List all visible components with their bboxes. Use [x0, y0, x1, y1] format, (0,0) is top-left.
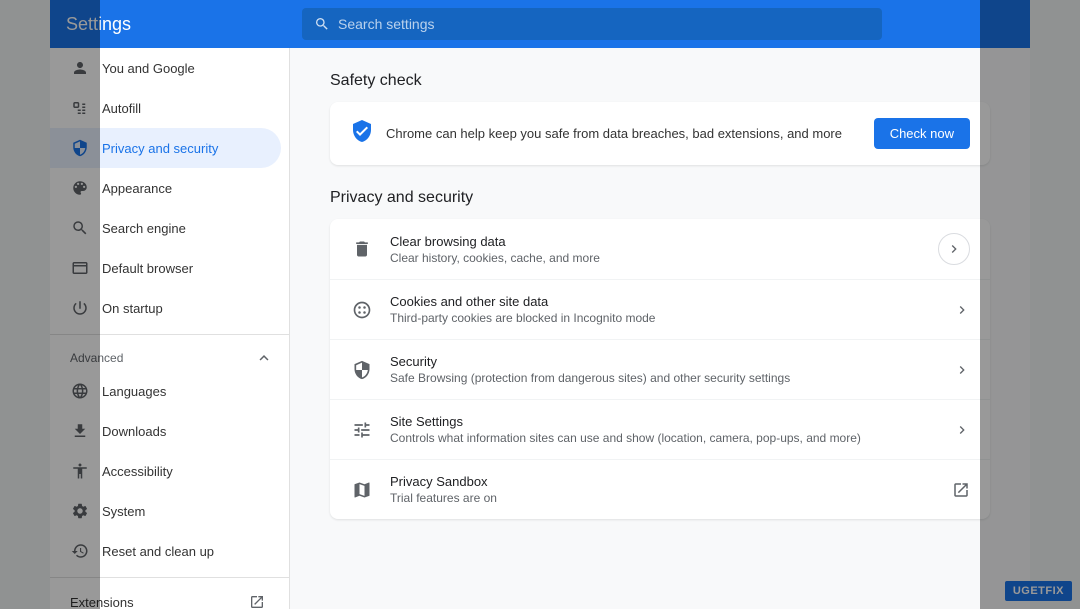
sidebar-item-you-and-google[interactable]: You and Google — [50, 48, 281, 88]
extensions-label: Extensions — [70, 595, 134, 609]
safety-check-description: Chrome can help keep you safe from data … — [386, 126, 862, 141]
sidebar-item-autofill[interactable]: Autofill — [50, 88, 281, 128]
privacy-sandbox-external-icon — [952, 481, 970, 499]
safety-check-title: Safety check — [330, 72, 990, 90]
sidebar-item-privacy-and-security[interactable]: Privacy and security — [50, 128, 281, 168]
sidebar-item-on-startup[interactable]: On startup — [50, 288, 281, 328]
search-bar[interactable] — [302, 8, 882, 40]
sidebar-item-system[interactable]: System — [50, 491, 281, 531]
settings-title: Settings — [66, 14, 286, 35]
clear-browsing-data-text: Clear browsing data Clear history, cooki… — [390, 234, 922, 265]
cookies-title: Cookies and other site data — [390, 294, 938, 309]
trash-icon — [350, 237, 374, 261]
settings-header: Settings — [50, 0, 1030, 48]
cookies-icon — [350, 298, 374, 322]
site-settings-icon — [350, 418, 374, 442]
sidebar-item-downloads[interactable]: Downloads — [50, 411, 281, 451]
sidebar-label-languages: Languages — [102, 384, 166, 399]
sidebar-label-accessibility: Accessibility — [102, 464, 173, 479]
privacy-sandbox-subtitle: Trial features are on — [390, 491, 936, 505]
system-icon — [70, 501, 90, 521]
privacy-item-security[interactable]: Security Safe Browsing (protection from … — [330, 340, 990, 400]
shield-icon — [70, 138, 90, 158]
privacy-list: Clear browsing data Clear history, cooki… — [330, 219, 990, 519]
privacy-item-privacy-sandbox[interactable]: Privacy Sandbox Trial features are on — [330, 460, 990, 519]
sidebar-label-on-startup: On startup — [102, 301, 163, 316]
power-icon — [70, 298, 90, 318]
sidebar-item-default-browser[interactable]: Default browser — [50, 248, 281, 288]
privacy-sandbox-icon — [350, 478, 374, 502]
sidebar-label-reset-and-clean-up: Reset and clean up — [102, 544, 214, 559]
palette-icon — [70, 178, 90, 198]
person-icon — [70, 58, 90, 78]
check-now-button[interactable]: Check now — [874, 118, 970, 149]
arrow-circle-icon — [938, 233, 970, 265]
site-settings-text: Site Settings Controls what information … — [390, 414, 938, 445]
cookies-arrow — [954, 302, 970, 318]
sidebar-item-extensions[interactable]: Extensions — [50, 584, 281, 609]
sidebar-label-default-browser: Default browser — [102, 261, 193, 276]
sidebar-label-appearance: Appearance — [102, 181, 172, 196]
advanced-section-header[interactable]: Advanced — [50, 341, 289, 371]
sidebar-label-search-engine: Search engine — [102, 221, 186, 236]
main-layout: You and Google Autofill Privacy and secu… — [50, 48, 1030, 609]
sidebar-divider-2 — [50, 577, 289, 578]
download-icon — [70, 421, 90, 441]
sidebar-label-you-and-google: You and Google — [102, 61, 195, 76]
privacy-sandbox-text: Privacy Sandbox Trial features are on — [390, 474, 936, 505]
safety-check-card: Chrome can help keep you safe from data … — [330, 102, 990, 165]
security-subtitle: Safe Browsing (protection from dangerous… — [390, 371, 938, 385]
clear-browsing-data-title: Clear browsing data — [390, 234, 922, 249]
site-settings-subtitle: Controls what information sites can use … — [390, 431, 938, 445]
sidebar-item-languages[interactable]: Languages — [50, 371, 281, 411]
sidebar-label-downloads: Downloads — [102, 424, 166, 439]
autofill-icon — [70, 98, 90, 118]
privacy-sandbox-title: Privacy Sandbox — [390, 474, 936, 489]
search-input[interactable] — [338, 16, 870, 32]
privacy-section-title: Privacy and security — [330, 189, 990, 207]
security-arrow — [954, 362, 970, 378]
sidebar: You and Google Autofill Privacy and secu… — [50, 48, 290, 609]
sidebar-label-privacy-and-security: Privacy and security — [102, 141, 218, 156]
privacy-item-site-settings[interactable]: Site Settings Controls what information … — [330, 400, 990, 460]
sidebar-item-accessibility[interactable]: Accessibility — [50, 451, 281, 491]
main-content: Safety check Chrome can help keep you sa… — [290, 48, 1030, 609]
watermark: UGETFIX — [1005, 581, 1072, 601]
privacy-item-cookies[interactable]: Cookies and other site data Third-party … — [330, 280, 990, 340]
sidebar-label-autofill: Autofill — [102, 101, 141, 116]
chrome-window: Settings You and Google Autofill — [50, 0, 1030, 609]
sidebar-item-reset-and-clean-up[interactable]: Reset and clean up — [50, 531, 281, 571]
security-icon — [350, 358, 374, 382]
security-title: Security — [390, 354, 938, 369]
sidebar-item-appearance[interactable]: Appearance — [50, 168, 281, 208]
cookies-text: Cookies and other site data Third-party … — [390, 294, 938, 325]
accessibility-icon — [70, 461, 90, 481]
search-engine-icon — [70, 218, 90, 238]
browser-icon — [70, 258, 90, 278]
security-text: Security Safe Browsing (protection from … — [390, 354, 938, 385]
sidebar-label-system: System — [102, 504, 145, 519]
privacy-item-clear-browsing-data[interactable]: Clear browsing data Clear history, cooki… — [330, 219, 990, 280]
site-settings-title: Site Settings — [390, 414, 938, 429]
cookies-subtitle: Third-party cookies are blocked in Incog… — [390, 311, 938, 325]
search-icon — [314, 16, 330, 32]
site-settings-arrow — [954, 422, 970, 438]
history-icon — [70, 541, 90, 561]
external-link-icon — [249, 594, 265, 609]
chevron-up-icon — [255, 349, 273, 367]
sidebar-divider — [50, 334, 289, 335]
advanced-label: Advanced — [70, 351, 123, 365]
sidebar-item-search-engine[interactable]: Search engine — [50, 208, 281, 248]
safety-shield-icon — [350, 119, 374, 148]
clear-browsing-data-subtitle: Clear history, cookies, cache, and more — [390, 251, 922, 265]
globe-icon — [70, 381, 90, 401]
